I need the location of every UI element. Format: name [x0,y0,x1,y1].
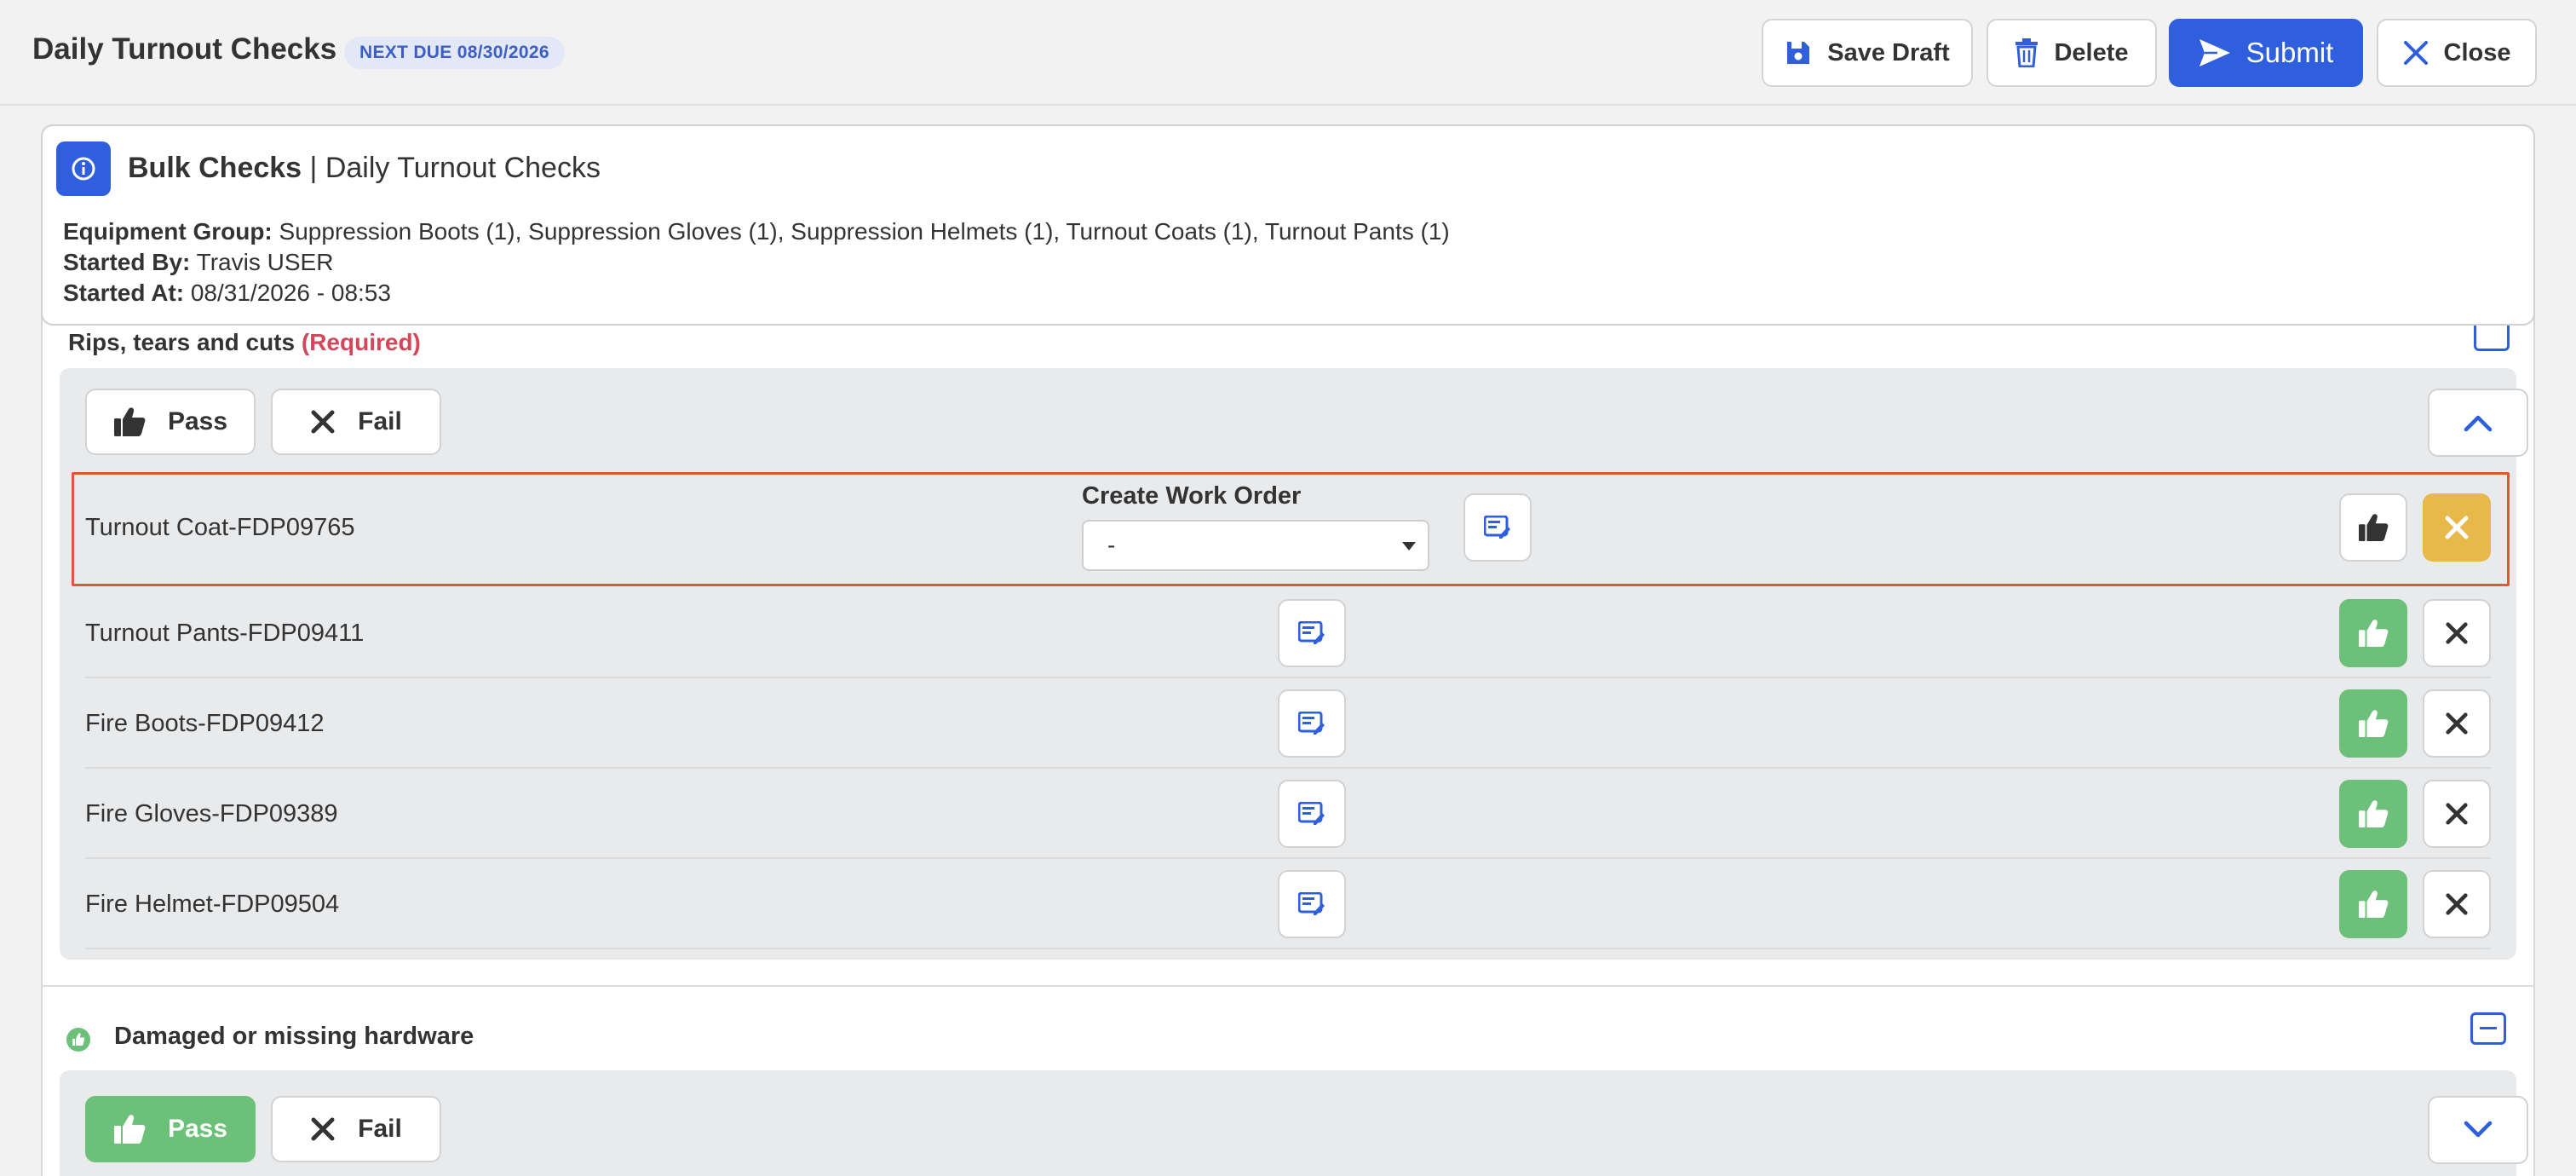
caret-down-icon [1402,542,1416,551]
delete-button[interactable]: Delete [1987,19,2157,87]
equipment-group-line: Equipment Group: Suppression Boots (1), … [63,218,1450,245]
floppy-disk-icon [1787,42,1810,64]
thumbs-up-icon [2359,710,2389,738]
x-icon [2446,622,2468,644]
notes-button[interactable] [1278,870,1346,938]
close-icon [2403,41,2428,65]
bulk-check-info-card: Bulk Checks | Daily Turnout Checks Equip… [41,124,2535,326]
started-by-line: Started By: Travis USER [63,249,333,276]
item-fail-button[interactable] [2423,599,2491,667]
started-by-value: Travis USER [196,249,334,275]
close-label: Close [2443,38,2511,66]
item-name: Fire Gloves-FDP09389 [85,800,338,827]
work-order-select[interactable]: - [1082,520,1429,571]
pass-status-icon [66,1028,90,1052]
required-label: (Required) [301,329,421,355]
started-at-line: Started At: 08/31/2026 - 08:53 [63,280,391,307]
bulk-fail-button[interactable]: Fail [271,389,441,455]
bulk-fail-label: Fail [358,1115,402,1143]
notes-button[interactable] [1278,780,1346,848]
notes-button[interactable] [1278,689,1346,758]
chevron-up-icon [2464,415,2493,432]
submit-label: Submit [2245,37,2334,68]
top-bar: Daily Turnout Checks NEXT DUE 08/30/2026… [0,0,2576,106]
chevron-down-icon [2464,1121,2493,1138]
bulk-fail-label: Fail [358,407,402,435]
started-at-value: 08/31/2026 - 08:53 [190,280,391,306]
item-pass-button[interactable] [2339,689,2407,758]
item-fail-button[interactable] [2423,493,2491,562]
delete-label: Delete [2054,38,2129,66]
info-circle-icon [72,157,95,181]
notes-button[interactable] [1463,493,1532,562]
trash-icon [2015,38,2038,67]
thumbs-up-icon [2359,620,2389,648]
x-icon [2446,803,2468,825]
expand-items-button[interactable] [2428,1096,2528,1164]
thumbs-up-icon [2359,800,2389,828]
item-fail-button[interactable] [2423,870,2491,938]
save-draft-label: Save Draft [1827,38,1950,66]
item-pass-button[interactable] [2339,780,2407,848]
page-title: Daily Turnout Checks [32,32,337,66]
equipment-group-value: Suppression Boots (1), Suppression Glove… [279,218,1450,245]
note-edit-icon [1484,516,1510,539]
collapse-section-button[interactable] [2470,1012,2506,1045]
x-icon [2445,516,2469,539]
bulk-pass-button[interactable]: Pass [85,389,256,455]
next-due-badge: NEXT DUE 08/30/2026 [344,37,565,69]
item-pass-button[interactable] [2339,870,2407,938]
info-heading-rest: | Daily Turnout Checks [309,152,601,184]
create-work-order-label: Create Work Order [1082,482,1302,510]
item-name: Fire Helmet-FDP09504 [85,891,340,918]
bulk-pass-label: Pass [167,407,228,435]
note-edit-icon [1298,712,1325,735]
info-icon [56,141,111,196]
section-divider [41,985,2535,987]
item-pass-button[interactable] [2339,599,2407,667]
item-name: Fire Boots-FDP09412 [85,710,325,737]
started-at-label: Started At: [63,280,185,306]
close-button[interactable]: Close [2377,19,2537,87]
x-icon [311,1117,335,1141]
thumbs-up-icon [2359,514,2389,542]
x-icon [311,410,335,434]
notes-button[interactable] [1278,599,1346,667]
note-edit-icon [1298,621,1325,644]
x-icon [2446,893,2468,915]
info-heading-bold: Bulk Checks [128,152,302,184]
bulk-fail-button[interactable]: Fail [271,1096,441,1162]
section-title-hardware: Damaged or missing hardware [114,1023,474,1050]
note-edit-icon [1298,802,1325,825]
minus-icon [2480,1027,2497,1029]
section-title-rips: Rips, tears and cuts (Required) [68,329,421,355]
equipment-group-label: Equipment Group: [63,218,273,245]
info-heading: Bulk Checks | Daily Turnout Checks [128,152,601,185]
item-name: Turnout Coat-FDP09765 [85,514,355,541]
note-edit-icon [1298,892,1325,915]
item-pass-button[interactable] [2339,493,2407,562]
bulk-pass-button[interactable]: Pass [85,1096,256,1162]
work-order-value: - [1107,532,1116,558]
started-by-label: Started By: [63,249,191,275]
x-icon [2446,712,2468,735]
thumbs-up-icon [113,1115,146,1144]
item-fail-button[interactable] [2423,780,2491,848]
item-fail-button[interactable] [2423,689,2491,758]
send-icon [2199,39,2230,66]
bulk-pass-label: Pass [167,1115,228,1143]
collapse-items-button[interactable] [2428,389,2528,457]
thumbs-up-icon [113,407,146,436]
thumbs-up-icon [2359,891,2389,919]
submit-button[interactable]: Submit [2169,19,2363,87]
item-name: Turnout Pants-FDP09411 [85,620,365,647]
save-draft-button[interactable]: Save Draft [1762,19,1973,87]
